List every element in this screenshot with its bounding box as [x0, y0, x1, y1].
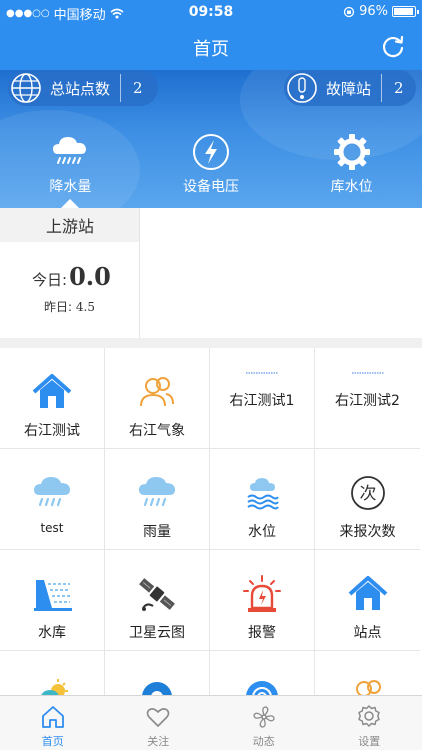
tab-activity[interactable]: 动态 — [211, 696, 317, 750]
active-tab-indicator — [61, 199, 80, 208]
tab-settings-label: 设置 — [358, 735, 381, 748]
grid-item-test[interactable]: test — [0, 449, 105, 550]
home-outline-icon — [41, 706, 64, 728]
station-name: 上游站 — [0, 208, 139, 242]
tab-water-level[interactable]: 库水位 — [281, 118, 422, 204]
battery-icon — [392, 6, 419, 17]
placeholder-icon — [351, 372, 384, 374]
placeholder-icon — [246, 372, 278, 374]
tab-home[interactable]: 首页 — [0, 696, 106, 750]
station-card[interactable]: 上游站 今日: 0.0 昨日: 4.5 — [0, 208, 140, 338]
circle-icon — [142, 682, 172, 695]
yesterday-label: 昨日: — [44, 300, 73, 314]
grid-item-stations[interactable]: 站点 — [315, 550, 420, 651]
grid-item-label: 站点 — [353, 625, 382, 641]
yesterday-reading: 昨日: 4.5 — [44, 298, 95, 315]
grid-item-youjiang-test-1[interactable]: 右江测试1 — [210, 348, 315, 449]
tab-rainfall[interactable]: 降水量 — [0, 118, 141, 208]
grid-item-label: 水位 — [248, 524, 276, 540]
grid-item-label: 右江测试2 — [335, 393, 400, 409]
grid-item-satellite[interactable]: 卫星云图 — [105, 550, 210, 651]
tab-rainfall-label: 降水量 — [49, 179, 92, 195]
grid-item-label: 卫星云图 — [129, 625, 185, 641]
function-grid: 右江测试 右江气象 右江测试1 右江测试2 test 雨量 水位 次 来报次数 … — [0, 348, 422, 695]
grid-item-alarm[interactable]: 报警 — [210, 550, 315, 651]
total-stations-pill[interactable]: 总站点数 2 — [8, 70, 158, 106]
rain-cloud-icon — [53, 137, 87, 164]
tab-water-level-label: 库水位 — [330, 179, 373, 195]
grid-item-contacts[interactable] — [315, 651, 420, 695]
satellite-icon — [139, 578, 175, 611]
tab-voltage-label: 设备电压 — [183, 179, 239, 195]
users-icon — [355, 680, 381, 695]
dam-icon — [34, 580, 72, 611]
grid-item-label: 报警 — [248, 625, 276, 641]
orientation-lock-icon — [343, 6, 355, 17]
alert-icon — [287, 73, 317, 103]
lightning-icon — [193, 134, 229, 170]
gear-icon — [333, 134, 370, 170]
grid-item-water-level[interactable]: 水位 — [210, 449, 315, 550]
water-level-icon — [247, 478, 279, 510]
tab-activity-label: 动态 — [252, 735, 275, 748]
home-icon — [32, 374, 72, 408]
hero-panel: 总站点数 2 故障站 2 降水量 设备电压 库水位 — [0, 70, 422, 208]
grid-item-label: 来报次数 — [339, 524, 396, 540]
grid-item-youjiang-test-2[interactable]: 右江测试2 — [315, 348, 420, 449]
grid-item-youjiang-weather[interactable]: 右江气象 — [105, 348, 210, 449]
rain-cloud-icon — [139, 477, 175, 507]
grid-item-typhoon[interactable] — [105, 651, 210, 695]
page-title: 首页 — [193, 39, 229, 60]
grid-item-label: 右江测试1 — [229, 393, 295, 409]
tab-voltage[interactable]: 设备电压 — [141, 118, 282, 204]
count-icon: 次 — [350, 476, 385, 510]
grid-item-label: 水库 — [38, 625, 66, 641]
rain-cloud-icon — [34, 477, 70, 507]
target-icon — [246, 681, 278, 695]
heart-icon — [146, 708, 170, 727]
grid-item-label: 右江气象 — [129, 423, 185, 439]
today-label: 今日: — [32, 271, 68, 289]
today-reading: 今日: 0.0 — [32, 262, 111, 291]
tab-bar: 首页 关注 动态 设置 — [0, 695, 422, 750]
grid-item-youjiang-test[interactable]: 右江测试 — [0, 348, 105, 449]
status-bar: ●●●○○ 中国移动 09:58 96% — [0, 0, 422, 24]
home-icon — [348, 576, 387, 610]
nav-bar: 首页 — [0, 24, 422, 70]
yesterday-value: 4.5 — [75, 300, 95, 314]
divider — [381, 74, 383, 102]
grid-item-reservoir[interactable]: 水库 — [0, 550, 105, 651]
fan-icon — [253, 706, 275, 728]
fault-stations-value: 2 — [394, 79, 404, 97]
users-icon — [140, 377, 174, 407]
refresh-icon[interactable] — [380, 34, 406, 60]
grid-item-monitor[interactable] — [210, 651, 315, 695]
tab-home-label: 首页 — [41, 735, 64, 748]
grid-item-rainfall[interactable]: 雨量 — [105, 449, 210, 550]
today-value: 0.0 — [69, 262, 111, 291]
metric-tabs: 降水量 设备电压 库水位 — [0, 118, 422, 208]
total-stations-label: 总站点数 — [50, 79, 111, 98]
alarm-icon — [243, 575, 281, 612]
fault-stations-pill[interactable]: 故障站 2 — [284, 70, 416, 106]
tab-follow[interactable]: 关注 — [106, 696, 212, 750]
grid-item-label: 雨量 — [143, 524, 171, 540]
divider — [120, 74, 122, 102]
tab-follow-label: 关注 — [147, 735, 170, 748]
fault-stations-label: 故障站 — [326, 79, 372, 98]
count-icon-char: 次 — [359, 484, 376, 504]
grid-item-weather[interactable] — [0, 651, 105, 695]
battery-percent: 96% — [359, 4, 388, 19]
grid-item-report-count[interactable]: 次 来报次数 — [315, 449, 420, 550]
settings-icon — [358, 705, 380, 727]
total-stations-value: 2 — [133, 79, 143, 97]
sun-cloud-icon — [41, 679, 68, 695]
grid-item-label: 右江测试 — [24, 423, 80, 439]
tab-settings[interactable]: 设置 — [317, 696, 422, 750]
globe-icon — [11, 73, 41, 103]
station-panel: 上游站 今日: 0.0 昨日: 4.5 — [0, 208, 422, 338]
grid-item-label: test — [40, 521, 64, 535]
